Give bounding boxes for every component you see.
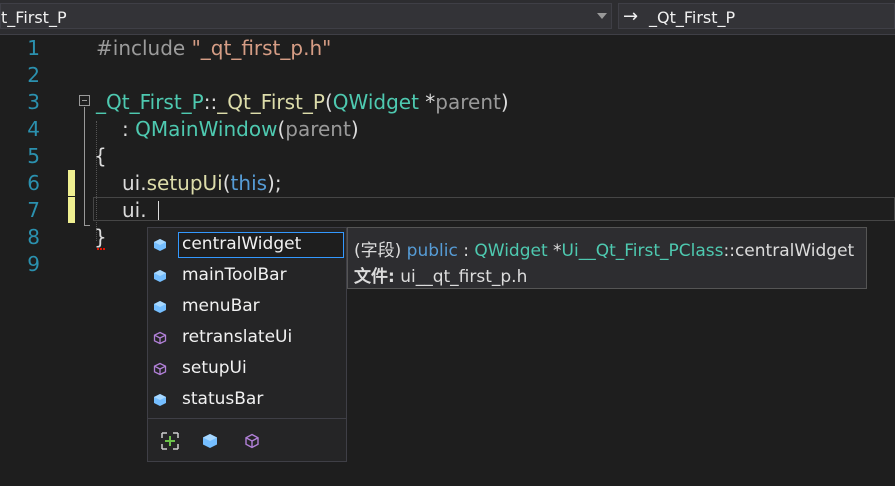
scope-dropdown[interactable]: t_First_P bbox=[0, 3, 612, 29]
intellisense-completion-list[interactable]: centralWidget mainToolBar menuBar retran… bbox=[147, 227, 347, 462]
tooltip-signature: (字段) public : QWidget *Ui__Qt_First_PCla… bbox=[354, 236, 854, 261]
completion-item-label: setupUi bbox=[182, 358, 247, 378]
line-number: 6 bbox=[27, 171, 40, 195]
line-number: 7 bbox=[27, 198, 40, 222]
method-call: setupUi bbox=[146, 171, 223, 195]
line-number: 2 bbox=[27, 63, 40, 87]
outline-guide-end bbox=[84, 225, 90, 226]
param-type: QWidget bbox=[332, 90, 419, 114]
arrow-right-icon: → bbox=[623, 6, 639, 27]
field-icon bbox=[154, 239, 166, 251]
expand-filter-icon[interactable] bbox=[160, 431, 180, 451]
include-path: "_qt_first_p.h" bbox=[185, 36, 332, 60]
completion-item-statusbar[interactable]: statusBar bbox=[148, 385, 346, 415]
field-filter-icon[interactable] bbox=[200, 431, 220, 451]
chevron-down-icon[interactable] bbox=[597, 13, 607, 19]
code-line-3[interactable]: _Qt_First_P::_Qt_First_P(QWidget *parent… bbox=[96, 89, 509, 115]
member-dropdown-value: _Qt_First_P bbox=[649, 8, 736, 27]
base-class: QMainWindow bbox=[135, 117, 278, 141]
line-number: 1 bbox=[27, 36, 40, 60]
field-icon bbox=[154, 270, 166, 282]
completion-item-label: mainToolBar bbox=[182, 265, 287, 285]
navigation-bar: t_First_P → _Qt_First_P bbox=[0, 0, 895, 35]
quick-info-tooltip: (字段) public : QWidget *Ui__Qt_First_PCla… bbox=[347, 227, 867, 289]
scope-operator: :: bbox=[203, 90, 218, 114]
member-name: ::centralWidget bbox=[723, 241, 855, 261]
member-type: QWidget bbox=[474, 241, 548, 261]
member-dropdown[interactable]: → _Qt_First_P bbox=[618, 3, 895, 29]
change-bar bbox=[68, 170, 75, 196]
completion-item-setupui[interactable]: setupUi bbox=[148, 354, 346, 384]
code-line-6[interactable]: ui.setupUi(this); bbox=[122, 170, 282, 196]
initializer-colon: : bbox=[122, 117, 136, 141]
error-squiggle bbox=[97, 245, 105, 250]
method-icon bbox=[153, 331, 167, 345]
completion-item-label: centralWidget bbox=[182, 234, 302, 254]
owner-class: Ui__Qt_First_PClass bbox=[561, 241, 724, 261]
completion-item-maintoolbar[interactable]: mainToolBar bbox=[148, 261, 346, 291]
pointer: * bbox=[547, 241, 562, 261]
scope-dropdown-value: t_First_P bbox=[1, 8, 67, 27]
file-name: ui__qt_first_p.h bbox=[394, 267, 528, 287]
param-name: parent bbox=[435, 90, 501, 114]
field-icon bbox=[154, 394, 166, 406]
object-ref: ui. bbox=[122, 171, 147, 195]
open-brace: { bbox=[94, 144, 107, 168]
line-number: 4 bbox=[27, 117, 40, 141]
line-number: 8 bbox=[27, 225, 40, 249]
completion-item-label: menuBar bbox=[182, 296, 260, 316]
paren: ( bbox=[324, 90, 333, 114]
constructor-name: _Qt_First_P bbox=[217, 90, 325, 114]
line-number: 9 bbox=[27, 252, 40, 276]
pointer: * bbox=[418, 90, 436, 114]
outline-guide bbox=[84, 107, 85, 225]
change-bar bbox=[68, 197, 75, 223]
completion-item-centralwidget[interactable]: centralWidget bbox=[148, 230, 346, 260]
completion-item-label: retranslateUi bbox=[182, 327, 293, 347]
current-line-highlight bbox=[93, 197, 895, 221]
line-number: 3 bbox=[27, 90, 40, 114]
paren: ) bbox=[350, 117, 359, 141]
include-directive: #include bbox=[96, 36, 186, 60]
completion-item-label: statusBar bbox=[182, 389, 264, 409]
code-line-4[interactable]: : QMainWindow(parent) bbox=[122, 116, 359, 142]
collapse-outline-icon[interactable] bbox=[79, 95, 90, 106]
method-filter-icon[interactable] bbox=[242, 431, 262, 451]
paren: ); bbox=[267, 171, 282, 195]
method-icon bbox=[153, 362, 167, 376]
separator: : bbox=[457, 241, 475, 261]
text-caret bbox=[158, 201, 159, 220]
keyword-this: this bbox=[230, 171, 268, 195]
access-modifier: public bbox=[406, 241, 458, 261]
class-name: _Qt_First_P bbox=[96, 90, 204, 114]
paren: ) bbox=[500, 90, 509, 114]
paren: ( bbox=[222, 171, 231, 195]
file-label: 文件: bbox=[354, 267, 395, 287]
field-icon bbox=[154, 301, 166, 313]
tooltip-file: 文件: ui__qt_first_p.h bbox=[354, 262, 527, 287]
code-line-5[interactable]: { bbox=[94, 143, 107, 169]
member-kind: (字段) bbox=[354, 241, 402, 261]
object-ref: ui. bbox=[122, 198, 147, 222]
indent-guide bbox=[96, 121, 97, 241]
completion-item-retranslateui[interactable]: retranslateUi bbox=[148, 323, 346, 353]
completion-filter-bar bbox=[148, 418, 346, 463]
param-name: parent bbox=[285, 117, 351, 141]
line-number: 5 bbox=[27, 144, 40, 168]
code-line-1[interactable]: #include "_qt_first_p.h" bbox=[96, 35, 331, 61]
completion-item-menubar[interactable]: menuBar bbox=[148, 292, 346, 322]
code-line-7[interactable]: ui. bbox=[122, 197, 147, 223]
